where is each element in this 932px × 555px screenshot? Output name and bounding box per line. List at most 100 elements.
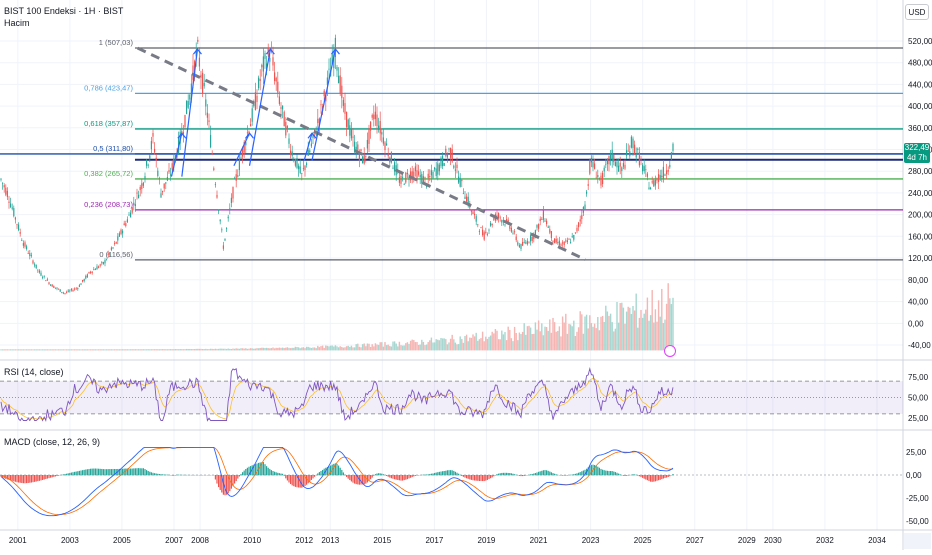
candle-body: [117, 236, 118, 240]
candle-body: [220, 220, 221, 222]
volume-bar: [48, 349, 49, 350]
fib-level-label: 0,618 (357,87): [84, 119, 133, 128]
macd-histogram-bar: [516, 475, 517, 476]
volume-bar: [541, 323, 542, 350]
candle-body: [324, 91, 325, 97]
macd-histogram-bar: [236, 475, 237, 481]
macd-histogram-bar: [100, 469, 101, 475]
volume-bar: [324, 348, 325, 350]
candle-body: [98, 266, 99, 267]
macd-histogram-bar: [388, 475, 389, 477]
macd-histogram-bar: [402, 475, 403, 481]
candle-body: [605, 164, 606, 165]
macd-histogram-bar: [591, 465, 592, 475]
volume-bar: [386, 345, 387, 350]
macd-histogram-bar: [301, 475, 302, 488]
volume-bar: [378, 345, 379, 351]
macd-histogram-bar: [652, 475, 653, 482]
volume-bar: [8, 349, 9, 350]
candle-body: [394, 162, 395, 171]
volume-bar: [348, 346, 349, 351]
macd-histogram-bar: [23, 475, 24, 483]
volume-bar: [573, 321, 574, 351]
volume-bar: [28, 349, 29, 350]
macd-histogram-bar: [560, 475, 561, 476]
macd-histogram-bar: [373, 475, 374, 476]
candle-body: [616, 161, 617, 167]
macd-histogram-bar: [554, 474, 555, 476]
candle-body: [296, 158, 297, 168]
candle-body: [519, 245, 520, 247]
volume-bar: [320, 346, 321, 350]
volume-bar: [189, 349, 190, 350]
candle-body: [298, 166, 299, 169]
volume-bar: [640, 310, 641, 350]
candle-body: [74, 289, 75, 290]
candle-body: [5, 188, 6, 195]
macd-histogram-bar: [376, 473, 377, 475]
candle-body: [644, 166, 645, 171]
price-tick-label: 360,00: [908, 124, 932, 133]
candle-body: [487, 234, 488, 235]
candle-body: [164, 183, 165, 188]
macd-histogram-bar: [269, 469, 270, 475]
candle-body: [597, 175, 598, 177]
candle-body: [565, 241, 566, 242]
volume-bar: [581, 314, 582, 350]
candle-body: [328, 69, 329, 70]
macd-histogram-bar: [29, 475, 30, 483]
candle-body: [285, 122, 286, 136]
macd-histogram-bar: [482, 475, 483, 481]
macd-histogram-bar: [528, 475, 529, 476]
price-tick-label: 240,00: [908, 189, 932, 198]
candle-body: [648, 187, 649, 189]
volume-bar: [559, 326, 560, 350]
candle-body: [47, 279, 48, 280]
candle-body: [228, 217, 229, 218]
volume-bar: [260, 348, 261, 350]
candle-body: [586, 192, 587, 194]
macd-histogram-bar: [245, 469, 246, 475]
candle-body: [576, 228, 577, 231]
candle-body: [551, 231, 552, 238]
candle-body: [538, 224, 539, 229]
macd-histogram-bar: [279, 473, 280, 475]
chart-svg[interactable]: 1 (507,03)0,786 (423,47)0,618 (357,87)0,…: [0, 0, 932, 550]
macd-histogram-bar: [532, 474, 533, 475]
macd-histogram-bar: [104, 469, 105, 475]
volume-bar: [450, 339, 451, 351]
price-tick-label: 80,00: [908, 276, 929, 285]
macd-histogram-bar: [415, 475, 416, 476]
candle-body: [412, 171, 413, 176]
volume-bar: [576, 332, 577, 351]
currency-button[interactable]: USD: [905, 4, 929, 20]
candle-body: [0, 179, 1, 180]
volume-bar: [268, 348, 269, 350]
macd-histogram-bar: [412, 475, 413, 477]
macd-histogram-bar: [317, 473, 318, 475]
candle-body: [440, 158, 441, 167]
volume-bar: [223, 349, 224, 351]
macd-histogram-bar: [468, 475, 469, 479]
fib-level-label: 0,5 (311,80): [93, 144, 133, 153]
volume-bar: [524, 323, 525, 350]
macd-histogram-bar: [600, 469, 601, 475]
macd-histogram-bar: [125, 469, 126, 476]
volume-bar: [469, 338, 470, 351]
volume-bar: [552, 318, 553, 350]
candle-body: [31, 255, 32, 256]
candle-body: [282, 106, 283, 110]
macd-histogram-bar: [444, 471, 445, 475]
candle-body: [301, 173, 302, 174]
volume-bar: [440, 338, 441, 350]
volume-bar: [661, 289, 662, 350]
macd-histogram-bar: [580, 472, 581, 475]
volume-legend: Hacim: [4, 18, 30, 28]
volume-bar: [276, 348, 277, 351]
macd-histogram-bar: [476, 475, 477, 481]
volume-bar: [252, 348, 253, 350]
candle-body: [527, 241, 528, 244]
volume-bar: [402, 346, 403, 351]
volume-bar: [514, 327, 515, 350]
volume-bar: [528, 326, 529, 351]
